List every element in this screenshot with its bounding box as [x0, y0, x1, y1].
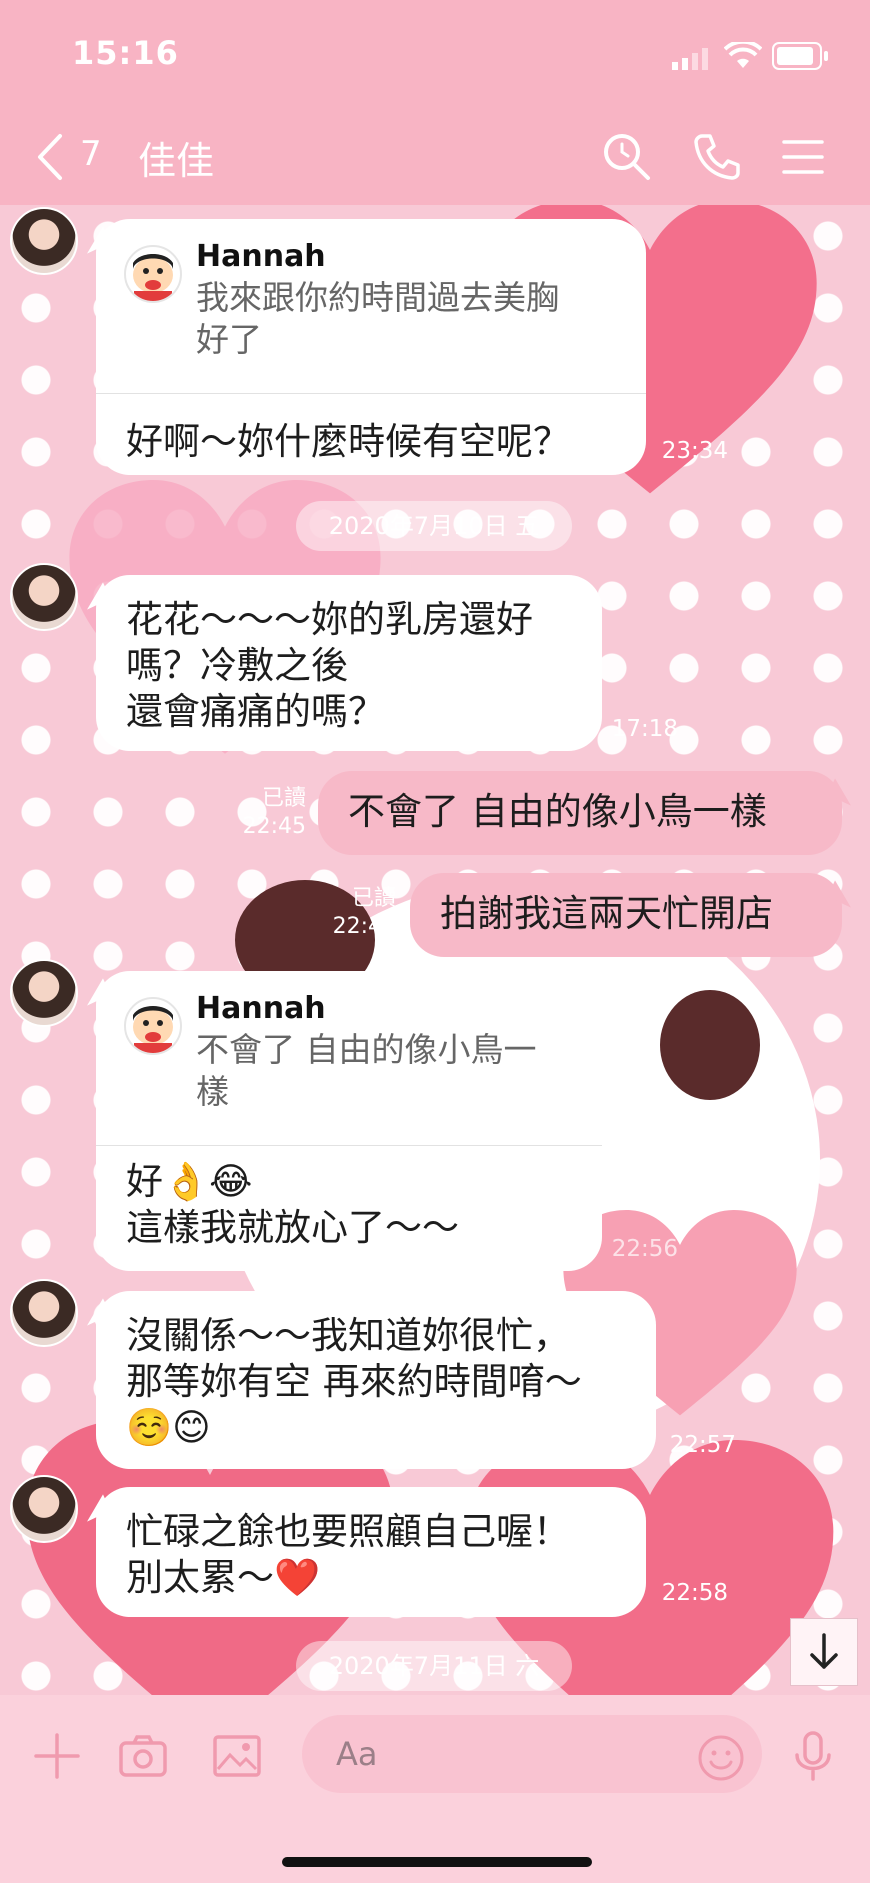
chat-header: 7 佳佳	[0, 110, 870, 205]
home-indicator[interactable]	[282, 1857, 592, 1867]
quote-sender: Hannah	[196, 239, 326, 274]
bubble-tail	[79, 582, 111, 610]
message-bubble[interactable]: Hannah 我來跟你約時間過去美胸 好了 好啊～妳什麼時候有空呢？	[79, 219, 646, 475]
reply-quote[interactable]: Hannah 我來跟你約時間過去美胸 好了	[96, 219, 646, 394]
bubble-tail	[79, 1494, 111, 1522]
message-time: 22:56	[611, 1236, 678, 1262]
cartoon-avatar-icon	[133, 254, 173, 301]
bubble-tail	[827, 778, 859, 806]
message-text: 忙碌之餘也要照顧自己喔！ 別太累～❤️	[126, 1510, 570, 1599]
wifi-icon	[724, 42, 762, 68]
message-text: 好👌😂 這樣我就放心了～～	[126, 1160, 459, 1249]
cartoon-avatar-icon	[133, 1006, 173, 1053]
quote-avatar	[124, 997, 182, 1055]
read-receipt: 已讀	[351, 886, 396, 911]
message-input-bar	[0, 1695, 870, 1883]
signal-icon	[672, 48, 708, 70]
quote-text: 我來跟你約時間過去美胸 好了	[196, 278, 559, 359]
message-bubble-outgoing[interactable]: 拍謝我這兩天忙開店	[410, 873, 859, 957]
read-receipt: 已讀	[261, 786, 306, 811]
chat-title[interactable]: 佳佳	[138, 130, 214, 185]
contact-avatar[interactable]	[10, 563, 78, 631]
battery-icon	[772, 42, 828, 70]
message-time: 17:18	[611, 716, 678, 742]
message-time: 23:34	[661, 438, 728, 464]
message-text: 花花～～～妳的乳房還好 嗎？冷敷之後 還會痛痛的嗎？	[126, 598, 533, 733]
message-time: 22:58	[661, 1580, 728, 1606]
chat-screen: 15:16 7 佳佳 Hannah 我來跟你約時間過去美胸 好了 好啊～妳什麼時…	[0, 0, 870, 1883]
unread-count[interactable]: 7	[80, 134, 102, 174]
message-list: Hannah 我來跟你約時間過去美胸 好了 好啊～妳什麼時候有空呢？ 23:34…	[0, 205, 870, 1695]
scroll-to-bottom-button[interactable]	[790, 1618, 858, 1686]
message-text: 拍謝我這兩天忙開店	[440, 892, 773, 935]
date-separator: 2020年7月11日 六	[296, 1641, 572, 1691]
message-text: 不會了 自由的像小鳥一樣	[348, 790, 767, 833]
back-chevron-icon[interactable]	[34, 132, 64, 182]
status-bar: 15:16	[0, 0, 870, 110]
message-text: 好啊～妳什麼時候有空呢？	[126, 420, 570, 463]
message-bubble-outgoing[interactable]: 不會了 自由的像小鳥一樣	[318, 771, 859, 855]
image-icon[interactable]	[210, 1729, 264, 1783]
plus-icon[interactable]	[30, 1729, 84, 1783]
contact-avatar[interactable]	[10, 959, 78, 1027]
message-bubble[interactable]: Hannah 不會了 自由的像小鳥一 樣 好👌😂 這樣我就放心了～～	[79, 971, 602, 1271]
message-time: 22:45	[242, 814, 306, 839]
contact-avatar[interactable]	[10, 1279, 78, 1347]
date-separator: 2020年7月10日 五	[296, 501, 572, 551]
contact-avatar[interactable]	[10, 207, 78, 275]
message-time: 22:45	[332, 914, 396, 939]
microphone-icon[interactable]	[786, 1729, 840, 1783]
camera-icon[interactable]	[116, 1729, 170, 1783]
message-input[interactable]	[302, 1715, 762, 1793]
message-text: 沒關係～～我知道妳很忙， 那等妳有空 再來約時間唷～ ☺️😊	[126, 1314, 582, 1449]
message-bubble[interactable]: 花花～～～妳的乳房還好 嗎？冷敷之後 還會痛痛的嗎？	[79, 575, 602, 751]
message-bubble[interactable]: 忙碌之餘也要照顧自己喔！ 別太累～❤️	[79, 1487, 646, 1617]
arrow-down-icon	[810, 1633, 838, 1669]
quote-sender: Hannah	[196, 991, 326, 1026]
phone-icon[interactable]	[690, 130, 744, 184]
reply-quote[interactable]: Hannah 不會了 自由的像小鳥一 樣	[96, 971, 602, 1146]
bubble-tail	[827, 880, 859, 908]
message-time: 22:57	[669, 1432, 736, 1458]
message-bubble[interactable]: 沒關係～～我知道妳很忙， 那等妳有空 再來約時間唷～ ☺️😊	[79, 1291, 656, 1469]
emoji-icon[interactable]	[696, 1733, 746, 1783]
contact-avatar[interactable]	[10, 1475, 78, 1543]
menu-icon[interactable]	[776, 130, 830, 184]
search-icon[interactable]	[600, 130, 654, 184]
quote-avatar	[124, 245, 182, 303]
bubble-tail	[79, 1298, 111, 1326]
status-time: 15:16	[72, 34, 179, 72]
quote-text: 不會了 自由的像小鳥一 樣	[196, 1030, 537, 1111]
